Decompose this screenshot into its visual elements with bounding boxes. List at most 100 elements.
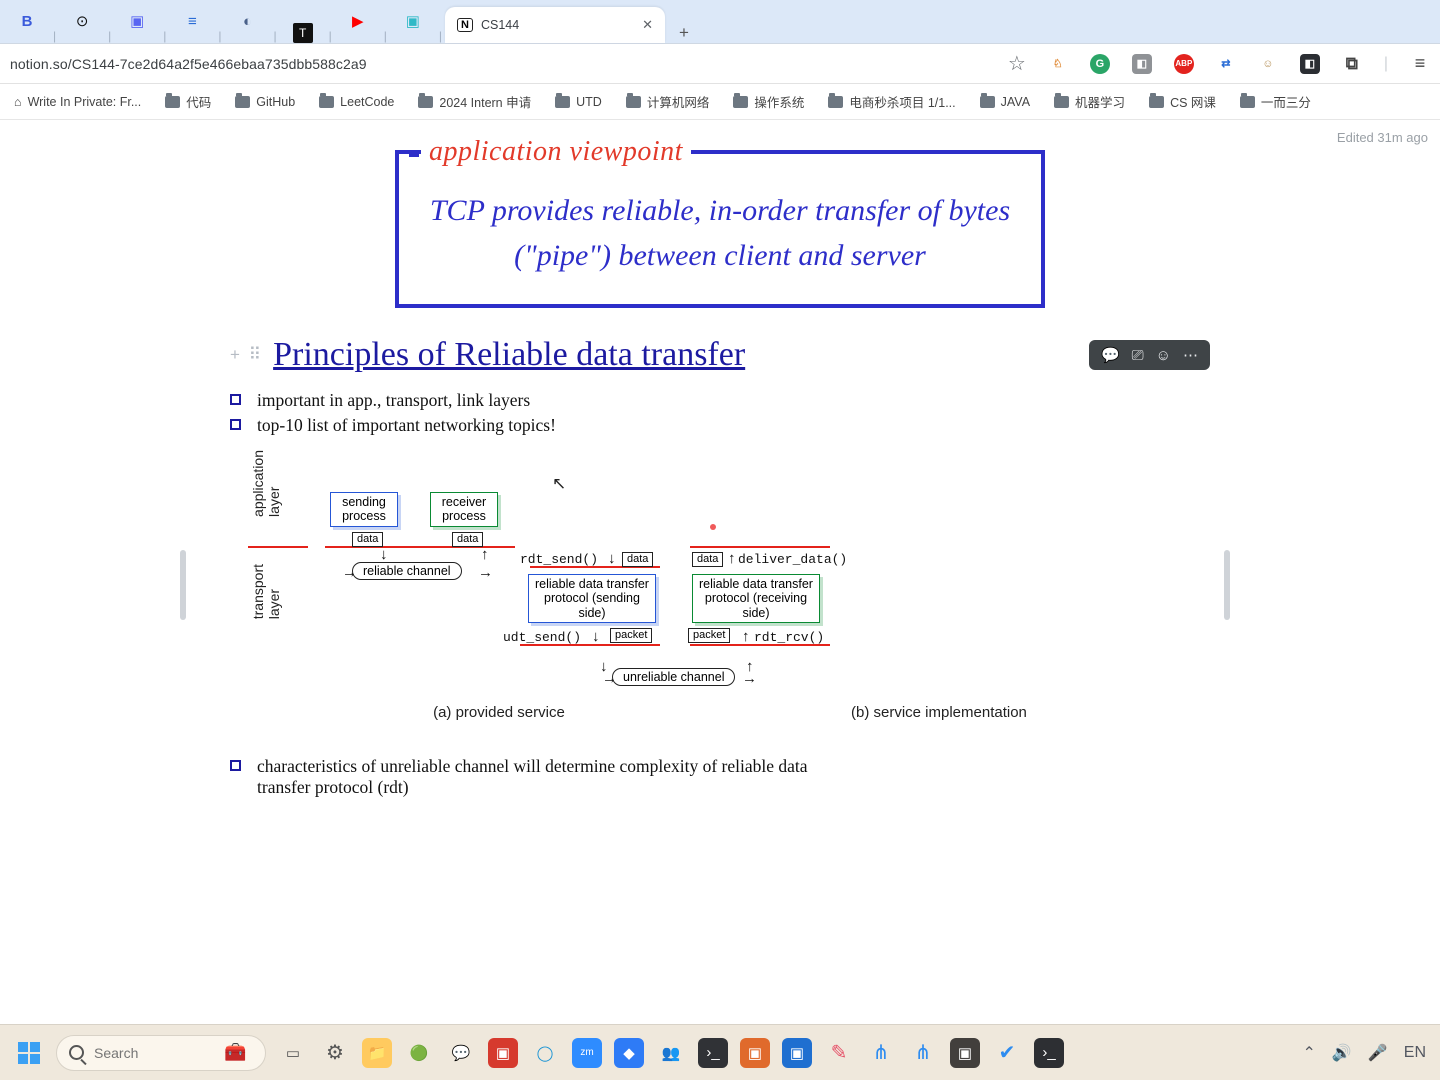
wechat-icon[interactable]: 💬: [446, 1038, 476, 1068]
volume-icon[interactable]: 🔊: [1332, 1043, 1352, 1063]
taskbar-app-icon[interactable]: ▣: [950, 1038, 980, 1068]
bookmark-folder[interactable]: 操作系统: [727, 88, 810, 115]
folder-icon: [319, 96, 334, 108]
block-handle-icon[interactable]: + ⠿: [230, 345, 263, 365]
notion-icon: N: [457, 18, 473, 32]
folder-icon: [235, 96, 250, 108]
bookmark-star-icon[interactable]: ☆: [1008, 51, 1026, 76]
start-button[interactable]: [14, 1038, 44, 1068]
bookmark-label: GitHub: [256, 95, 295, 109]
bookmark-folder[interactable]: 一而三分: [1234, 88, 1317, 115]
image-resize-handle[interactable]: [1224, 550, 1230, 620]
edge-icon[interactable]: ◯: [530, 1038, 560, 1068]
unreliable-channel: unreliable channel: [612, 668, 735, 686]
bullet-icon: [230, 419, 241, 430]
chrome-icon[interactable]: 🟢: [404, 1038, 434, 1068]
github-icon: ⌂: [14, 95, 22, 109]
bookmark-folder[interactable]: 电商秒杀项目 1/1...: [822, 88, 961, 115]
extension-icon[interactable]: ☺: [1258, 54, 1278, 74]
bookmark-folder[interactable]: UTD: [549, 91, 608, 113]
receiver-process-box: receiver process: [430, 492, 498, 527]
sending-process-box: sending process: [330, 492, 398, 527]
bookmark-label: 电商秒杀项目 1/1...: [849, 92, 955, 111]
viewpoint-body: TCP provides reliable, in-order transfer…: [421, 188, 1019, 278]
rdt-diagram[interactable]: ↖ application layer transport layer send…: [230, 446, 1210, 736]
extension-icon[interactable]: ♘: [1048, 54, 1068, 74]
deliver-data-label: deliver_data(): [738, 552, 847, 567]
active-tab[interactable]: N CS144 ✕: [445, 7, 665, 43]
close-tab-icon[interactable]: ✕: [642, 17, 653, 33]
taskbar-search[interactable]: 🧰: [56, 1035, 266, 1071]
bullet-item: important in app., transport, link layer…: [230, 390, 1210, 411]
bullet-item: top-10 list of important networking topi…: [230, 415, 1210, 436]
bookmark-folder[interactable]: CS 网课: [1143, 88, 1222, 115]
tab-favicon[interactable]: ▣: [114, 0, 160, 43]
new-tab-button[interactable]: +: [667, 23, 701, 43]
bullet-icon: [230, 394, 241, 405]
folder-icon: [1149, 96, 1164, 108]
chrome-menu-icon[interactable]: ≡: [1410, 54, 1430, 74]
zoom-icon[interactable]: zm: [572, 1038, 602, 1068]
extension-icon[interactable]: G: [1090, 54, 1110, 74]
tray-chevron-icon[interactable]: ⌃: [1303, 1043, 1316, 1063]
caption-icon[interactable]: ⎚: [1132, 347, 1144, 364]
udt-send-label: udt_send(): [503, 630, 581, 645]
todo-icon[interactable]: ✔: [992, 1038, 1022, 1068]
bookmark-folder[interactable]: 2024 Intern 申请: [412, 88, 537, 115]
bullet-text: important in app., transport, link layer…: [257, 390, 530, 411]
divider: [248, 546, 308, 548]
more-icon[interactable]: ⋯: [1183, 346, 1198, 364]
extensions-puzzle-icon[interactable]: ⧉: [1342, 54, 1362, 74]
layer-label-app: application layer: [250, 450, 282, 517]
bookmark-folder[interactable]: GitHub: [229, 91, 301, 113]
taskbar-app-icon[interactable]: ▣: [488, 1038, 518, 1068]
taskbar-app-icon[interactable]: ▣: [740, 1038, 770, 1068]
bookmark-folder[interactable]: LeetCode: [313, 91, 400, 113]
taskbar-app-icon[interactable]: ⚙: [320, 1038, 350, 1068]
section-heading[interactable]: Principles of Reliable data transfer: [273, 336, 745, 374]
file-explorer-icon[interactable]: 📁: [362, 1038, 392, 1068]
teams-icon[interactable]: 👥: [656, 1038, 686, 1068]
tab-favicon[interactable]: ▣: [390, 0, 436, 43]
bookmark-label: CS 网课: [1170, 92, 1216, 111]
bookmark-folder[interactable]: 代码: [159, 88, 217, 115]
tab-favicon[interactable]: ⊙: [59, 0, 105, 43]
task-view-icon[interactable]: ▭: [278, 1038, 308, 1068]
language-indicator[interactable]: EN: [1404, 1044, 1426, 1062]
bookmark-folder[interactable]: 计算机网络: [620, 88, 716, 115]
bullet-list: important in app., transport, link layer…: [230, 390, 1210, 436]
url-text[interactable]: notion.so/CS144-7ce2d64a2f5e466ebaa735db…: [10, 56, 367, 72]
bookmark-item[interactable]: ⌂Write In Private: Fr...: [8, 91, 147, 113]
tab-favicon[interactable]: ◐: [225, 0, 271, 43]
folder-icon: [1240, 96, 1255, 108]
terminal-icon[interactable]: ›_: [1034, 1038, 1064, 1068]
extension-icon[interactable]: ABP: [1174, 54, 1194, 74]
taskbar-app-icon[interactable]: ▣: [782, 1038, 812, 1068]
bookmark-folder[interactable]: JAVA: [974, 91, 1036, 113]
vscode-insiders-icon[interactable]: ⋔: [908, 1038, 938, 1068]
extension-icon[interactable]: ⇄: [1216, 54, 1236, 74]
emoji-icon[interactable]: ☺: [1156, 347, 1171, 364]
mic-icon[interactable]: 🎤: [1368, 1043, 1388, 1063]
tab-favicon[interactable]: ≡: [169, 0, 215, 43]
comment-icon[interactable]: 💬: [1101, 346, 1120, 364]
folder-icon: [626, 96, 641, 108]
folder-icon: [555, 96, 570, 108]
data-tag: data: [692, 552, 723, 567]
extension-icon[interactable]: ◧: [1300, 54, 1320, 74]
bookmark-label: 计算机网络: [647, 92, 710, 111]
extension-icon[interactable]: ◧: [1132, 54, 1152, 74]
taskbar-search-input[interactable]: [94, 1045, 214, 1061]
tab-favicon[interactable]: T: [293, 23, 313, 43]
page-content: Edited 31m ago application viewpoint TCP…: [0, 120, 1440, 1024]
taskbar-app-icon[interactable]: ◆: [614, 1038, 644, 1068]
terminal-icon[interactable]: ›_: [698, 1038, 728, 1068]
tab-favicon[interactable]: B: [4, 0, 50, 43]
cursor-icon: ↖: [552, 474, 566, 494]
image-resize-handle[interactable]: [180, 550, 186, 620]
tab-favicon[interactable]: ▶: [335, 0, 381, 43]
bookmark-label: LeetCode: [340, 95, 394, 109]
taskbar-app-icon[interactable]: ✎: [824, 1038, 854, 1068]
bookmark-folder[interactable]: 机器学习: [1048, 88, 1131, 115]
vscode-icon[interactable]: ⋔: [866, 1038, 896, 1068]
